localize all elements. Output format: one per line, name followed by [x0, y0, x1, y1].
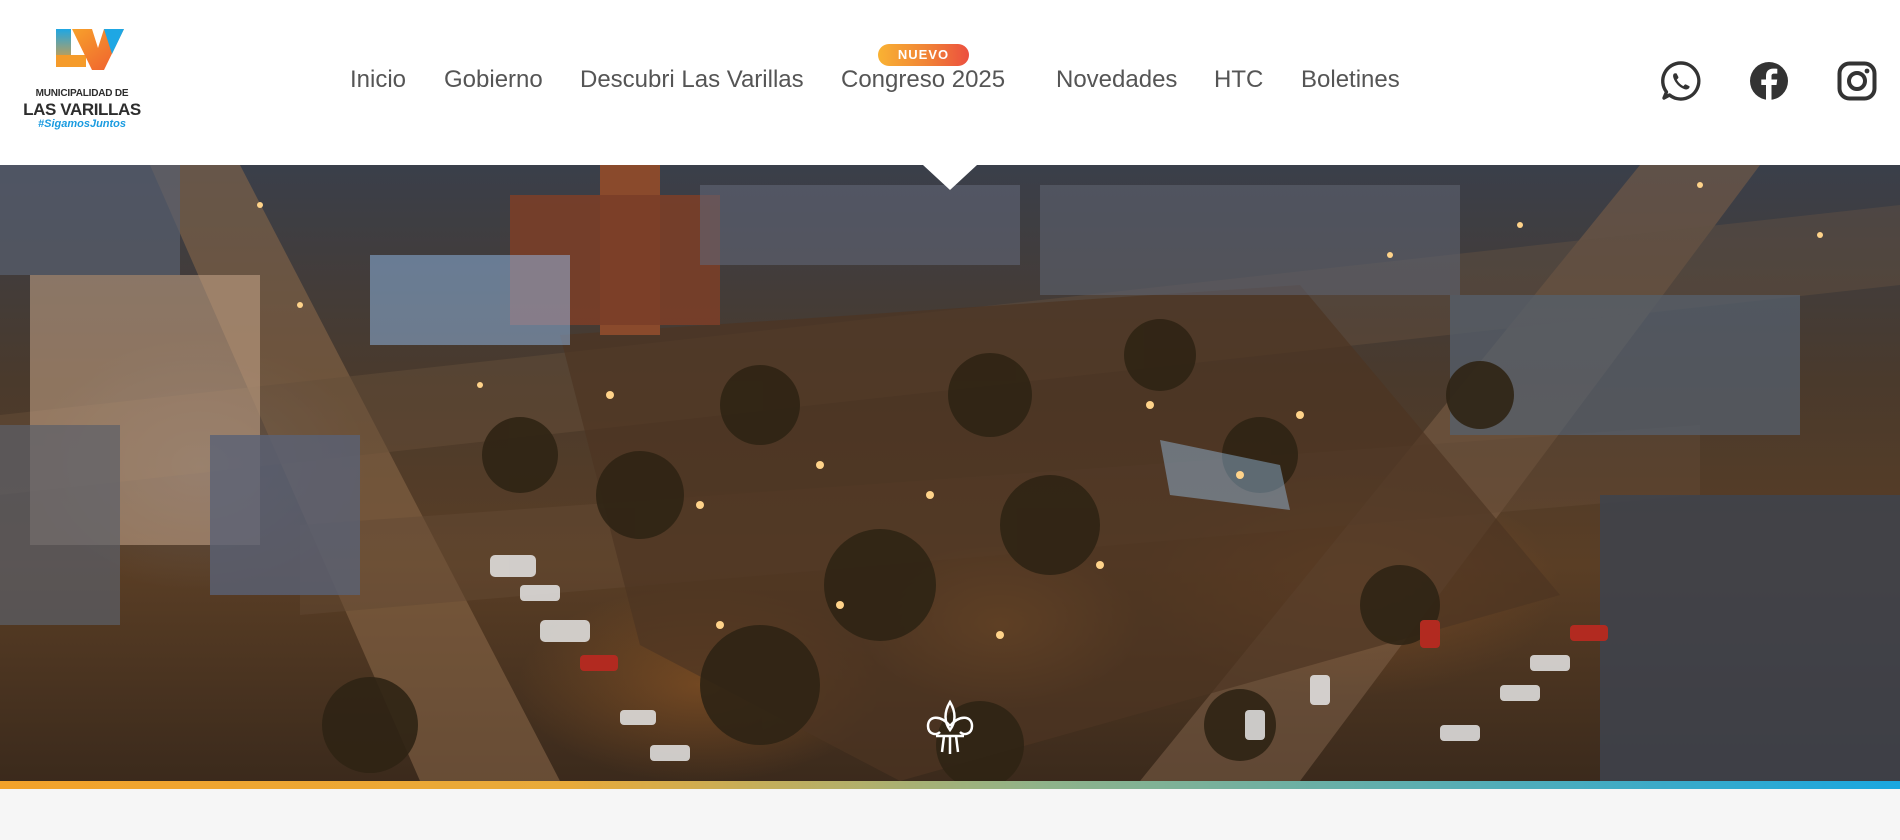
- page-content: [0, 789, 1900, 840]
- logo-line-1: MUNICIPALIDAD DE: [35, 88, 129, 99]
- nav-item-boletines[interactable]: Boletines: [1301, 66, 1400, 94]
- whatsapp-link[interactable]: [1660, 60, 1702, 102]
- site-logo[interactable]: MUNICIPALIDAD DE LAS VARILLAS #SigamosJu…: [22, 26, 142, 130]
- nav-active-pointer: [923, 165, 977, 190]
- nuevo-badge: NUEVO: [878, 44, 969, 66]
- nav-item-inicio[interactable]: Inicio: [350, 66, 406, 94]
- instagram-icon: [1837, 61, 1877, 101]
- facebook-icon: [1750, 62, 1788, 100]
- nav-item-gobierno[interactable]: Gobierno: [444, 66, 543, 94]
- logo-tagline: #SigamosJuntos: [37, 118, 127, 130]
- hero-image: [0, 165, 1900, 781]
- nav-item-descubri[interactable]: Descubri Las Varillas: [580, 66, 804, 94]
- facebook-link[interactable]: [1748, 60, 1790, 102]
- instagram-link[interactable]: [1836, 60, 1878, 102]
- nav-item-htc[interactable]: HTC: [1214, 66, 1263, 94]
- nav-item-congreso[interactable]: Congreso 2025: [841, 66, 1005, 94]
- lv-logo-icon: [56, 29, 124, 70]
- hero-scene: [0, 165, 1900, 781]
- site-header: MUNICIPALIDAD DE LAS VARILLAS #SigamosJu…: [0, 0, 1900, 165]
- gradient-divider: [0, 781, 1900, 789]
- logo-line-2: LAS VARILLAS: [23, 100, 141, 119]
- nav-item-novedades[interactable]: Novedades: [1056, 66, 1177, 94]
- whatsapp-icon: [1661, 61, 1701, 101]
